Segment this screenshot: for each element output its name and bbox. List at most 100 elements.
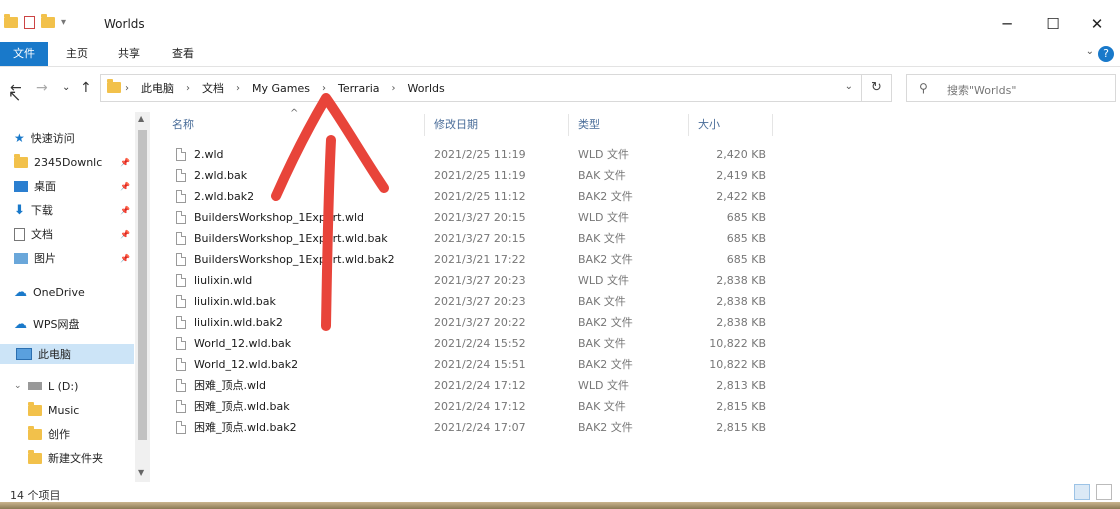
tab-share[interactable]: 共享 [108, 42, 150, 66]
file-row[interactable]: BuildersWorkshop_1Expert.wld.bak2 2021/3/… [160, 249, 780, 270]
star-icon: ★ [14, 131, 25, 145]
tab-home[interactable]: 主页 [56, 42, 98, 66]
taskbar-edge [0, 502, 1120, 509]
expand-ribbon-icon[interactable]: ⌄ [1086, 46, 1094, 57]
address-dropdown-icon[interactable]: ⌄ [845, 81, 853, 92]
file-icon [176, 316, 186, 329]
file-row[interactable]: BuildersWorkshop_1Expert.wld 2021/3/27 20… [160, 207, 780, 228]
column-header-date[interactable]: 修改日期 [434, 112, 478, 138]
column-header-type[interactable]: 类型 [578, 112, 600, 138]
column-divider[interactable] [424, 114, 425, 136]
new-folder-icon[interactable] [41, 14, 55, 28]
pin-icon[interactable]: 📌 [120, 158, 130, 167]
file-row[interactable]: World_12.wld.bak2 2021/2/24 15:51 BAK2 文件 1… [160, 354, 780, 375]
file-size: 2,813 KB [716, 379, 766, 392]
sidebar-item-downloads[interactable]: ⬇ 下载 [14, 200, 53, 220]
properties-icon[interactable] [24, 16, 35, 29]
breadcrumb-worlds[interactable]: Worlds [408, 82, 445, 95]
file-row[interactable]: liulixin.wld.bak2 2021/3/27 20:22 BAK2 文件 2… [160, 312, 780, 333]
tab-file[interactable]: 文件 [0, 42, 48, 66]
file-row[interactable]: 2.wld.bak 2021/2/25 11:19 BAK 文件 2,419 KB [160, 165, 780, 186]
file-date: 2021/2/25 11:19 [434, 148, 526, 161]
close-button[interactable]: ✕ [1082, 12, 1112, 36]
file-row[interactable]: liulixin.wld.bak 2021/3/27 20:23 BAK 文件 2,8… [160, 291, 780, 312]
folder-icon [14, 153, 28, 168]
quick-access-toolbar: ▾ [4, 14, 66, 29]
desktop-icon [14, 180, 28, 192]
refresh-button[interactable]: ↻ [862, 74, 892, 102]
sidebar-item-drive-d[interactable]: ⌄ L (D:) [14, 376, 78, 396]
column-divider[interactable] [772, 114, 773, 136]
file-name: liulixin.wld.bak2 [194, 316, 283, 329]
scroll-thumb[interactable] [138, 130, 147, 440]
sidebar-item-wps-drive[interactable]: ☁ WPS网盘 [14, 314, 80, 334]
sidebar-item-quick-access[interactable]: ★ 快速访问 [14, 128, 75, 148]
sidebar-item-label: 2345Downlc [34, 155, 103, 169]
column-header-name[interactable]: 名称 [172, 112, 194, 138]
sidebar-item-onedrive[interactable]: ☁ OneDrive [14, 282, 85, 302]
pin-icon[interactable]: 📌 [120, 206, 130, 215]
breadcrumb-documents[interactable]: 文档 [202, 80, 224, 96]
breadcrumb-separator[interactable]: › [322, 83, 326, 94]
breadcrumb-separator[interactable]: › [186, 83, 190, 94]
breadcrumb-this-pc[interactable]: 此电脑 [141, 80, 174, 96]
tab-view[interactable]: 查看 [162, 42, 204, 66]
file-row[interactable]: 困难_顶点.wld.bak2 2021/2/24 17:07 BAK2 文件 2,81… [160, 417, 780, 438]
navigation-scrollbar[interactable]: ▲ ▼ [135, 112, 150, 482]
file-row[interactable]: World_12.wld.bak 2021/2/24 15:52 BAK 文件 10,… [160, 333, 780, 354]
address-bar[interactable]: › 此电脑 › 文档 › My Games › Terraria › World… [100, 74, 862, 102]
recent-locations-button[interactable]: ⌄ [62, 82, 70, 93]
file-size: 2,838 KB [716, 274, 766, 287]
file-icon [176, 274, 186, 287]
pictures-icon [14, 252, 28, 264]
scroll-up-icon[interactable]: ▲ [138, 114, 144, 123]
help-icon[interactable]: ? [1098, 46, 1114, 62]
up-button[interactable]: ↑ [80, 80, 92, 96]
sidebar-item-2345downloads[interactable]: 2345Downlc [14, 152, 102, 172]
file-row[interactable]: liulixin.wld 2021/3/27 20:23 WLD 文件 2,838 K… [160, 270, 780, 291]
file-row[interactable]: 2.wld 2021/2/25 11:19 WLD 文件 2,420 KB [160, 144, 780, 165]
chevron-down-icon[interactable]: ⌄ [14, 381, 22, 391]
breadcrumb-terraria[interactable]: Terraria [338, 82, 380, 95]
details-view-button[interactable] [1074, 484, 1090, 500]
file-date: 2021/3/27 20:15 [434, 211, 526, 224]
breadcrumb-separator[interactable]: › [236, 83, 240, 94]
breadcrumb-separator[interactable]: › [392, 83, 396, 94]
file-row[interactable]: BuildersWorkshop_1Expert.wld.bak 2021/3/2… [160, 228, 780, 249]
sidebar-item-creation[interactable]: 创作 [28, 424, 70, 444]
sidebar-item-pictures[interactable]: 图片 [14, 248, 56, 268]
pin-icon[interactable]: 📌 [120, 182, 130, 191]
sidebar-item-label: 新建文件夹 [48, 452, 103, 465]
column-divider[interactable] [568, 114, 569, 136]
pin-icon[interactable]: 📌 [120, 230, 130, 239]
sidebar-item-label: 文档 [31, 228, 53, 241]
item-count: 14 个项目 [10, 489, 61, 502]
computer-icon [16, 348, 32, 360]
breadcrumb-separator[interactable]: › [125, 83, 129, 94]
file-size: 2,815 KB [716, 421, 766, 434]
sidebar-item-label: WPS网盘 [33, 318, 80, 331]
file-row[interactable]: 2.wld.bak2 2021/2/25 11:12 BAK2 文件 2,422 KB [160, 186, 780, 207]
pin-icon[interactable]: 📌 [120, 254, 130, 263]
search-input[interactable]: ⚲ 搜索"Worlds" [906, 74, 1116, 102]
sidebar-item-documents[interactable]: 文档 [14, 224, 53, 244]
sidebar-item-new-folder[interactable]: 新建文件夹 [28, 448, 103, 468]
sidebar-item-music[interactable]: Music [28, 400, 79, 420]
sidebar-item-this-pc[interactable]: 此电脑 [0, 344, 134, 364]
forward-button[interactable]: → [36, 80, 48, 96]
file-name: World_12.wld.bak2 [194, 358, 299, 371]
file-row[interactable]: 困难_顶点.wld.bak 2021/2/24 17:12 BAK 文件 2,815 … [160, 396, 780, 417]
breadcrumb-my-games[interactable]: My Games [252, 82, 310, 95]
file-name: BuildersWorkshop_1Expert.wld [194, 211, 364, 224]
large-icons-view-button[interactable] [1096, 484, 1112, 500]
file-name: liulixin.wld [194, 274, 253, 287]
column-header-size[interactable]: 大小 [698, 112, 720, 138]
minimize-button[interactable]: ─ [992, 12, 1022, 36]
scroll-down-icon[interactable]: ▼ [138, 468, 144, 477]
column-divider[interactable] [688, 114, 689, 136]
sidebar-item-desktop[interactable]: 桌面 [14, 176, 56, 196]
file-row[interactable]: 困难_顶点.wld 2021/2/24 17:12 WLD 文件 2,813 KB [160, 375, 780, 396]
maximize-button[interactable]: ☐ [1038, 12, 1068, 36]
customize-toolbar-icon[interactable]: ▾ [61, 17, 66, 28]
file-name: 困难_顶点.wld.bak [194, 400, 290, 413]
